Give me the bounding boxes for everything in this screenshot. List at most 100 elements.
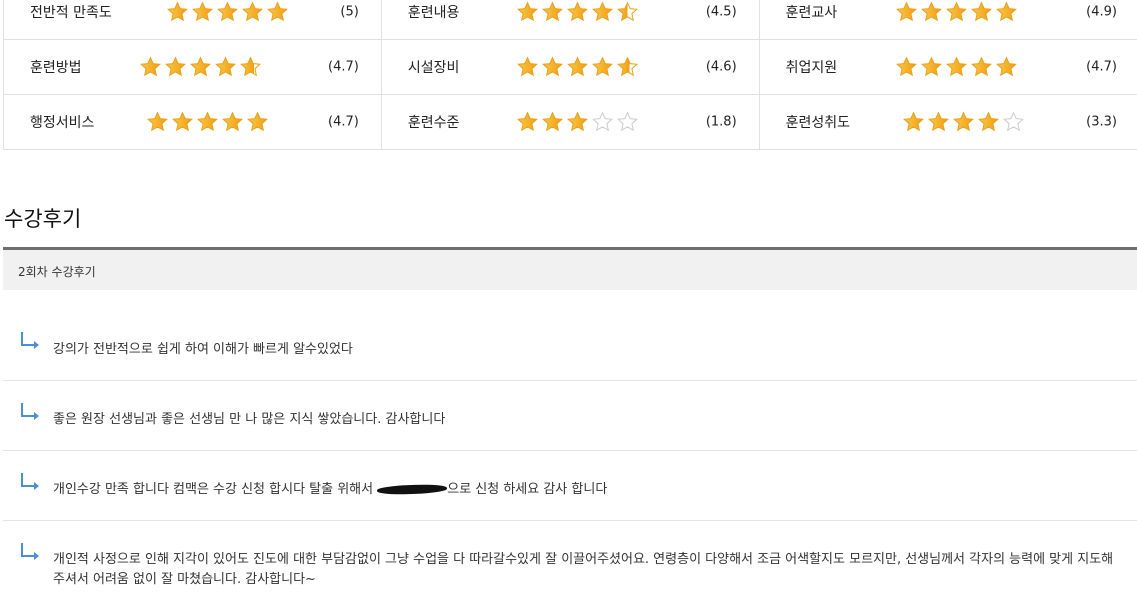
rating-label: 훈련성취도 bbox=[786, 112, 850, 132]
star-icon bbox=[896, 57, 917, 78]
star-icon bbox=[267, 2, 288, 23]
star-icon bbox=[247, 112, 268, 133]
rating-cell: 훈련방법 (4.7) bbox=[4, 40, 381, 94]
star-icon bbox=[215, 57, 236, 78]
rating-cell: 훈련성취도 (3.3) bbox=[760, 95, 1137, 149]
reply-arrow-icon bbox=[19, 541, 41, 563]
review-list: 강의가 전반적으로 쉽게 하여 이해가 빠르게 알수있었다 좋은 원장 선생님과… bbox=[3, 290, 1137, 610]
star-icon bbox=[192, 2, 213, 23]
star-icon bbox=[996, 57, 1017, 78]
star-icon bbox=[222, 112, 243, 133]
rating-row: 훈련방법 (4.7) 시설장비 (4.6) 취업지원 (4.7) bbox=[4, 40, 1137, 95]
star-rating bbox=[517, 2, 638, 23]
rating-cell: 취업지원 (4.7) bbox=[760, 40, 1137, 94]
star-rating bbox=[903, 112, 1024, 133]
star-icon bbox=[517, 57, 538, 78]
reply-arrow-icon bbox=[19, 330, 41, 352]
star-icon bbox=[617, 112, 638, 133]
review-text: 강의가 전반적으로 쉽게 하여 이해가 빠르게 알수있었다 bbox=[53, 342, 353, 357]
star-icon bbox=[197, 112, 218, 133]
star-icon bbox=[928, 112, 949, 133]
rating-label: 훈련방법 bbox=[30, 57, 82, 77]
rating-score: (3.3) bbox=[1086, 115, 1117, 130]
rating-score: (4.9) bbox=[1086, 5, 1117, 20]
star-icon bbox=[517, 2, 538, 23]
star-rating bbox=[896, 57, 1017, 78]
star-icon bbox=[971, 2, 992, 23]
review-text-part: 개인수강 만족 합니다 컴맥은 수강 신청 합시다 탈출 위해서 bbox=[53, 482, 377, 497]
star-icon bbox=[617, 57, 638, 78]
star-rating bbox=[517, 112, 638, 133]
rating-score: (4.5) bbox=[706, 5, 737, 20]
rating-score: (4.7) bbox=[328, 60, 359, 75]
rating-row: 전반적 만족도 (5) 훈련내용 (4.5) 훈련교사 (4.9) bbox=[4, 0, 1137, 40]
star-icon bbox=[217, 2, 238, 23]
star-icon bbox=[946, 57, 967, 78]
review-text: 개인적 사정으로 인해 지각이 있어도 진도에 대한 부담감없이 그냥 수업을 … bbox=[53, 552, 1113, 587]
rating-score: (4.7) bbox=[328, 115, 359, 130]
star-rating bbox=[140, 57, 261, 78]
rating-cell: 훈련수준 (1.8) bbox=[382, 95, 759, 149]
rating-cell: 훈련내용 (4.5) bbox=[382, 0, 759, 39]
rating-label: 행정서비스 bbox=[30, 112, 94, 132]
review-round-header: 2회차 수강후기 bbox=[3, 247, 1137, 290]
star-icon bbox=[592, 57, 613, 78]
star-icon bbox=[896, 2, 917, 23]
rating-label: 훈련내용 bbox=[408, 2, 460, 22]
review-item: 좋은 원장 선생님과 좋은 선생님 만 나 많은 지식 쌓았습니다. 감사합니다 bbox=[3, 381, 1137, 451]
star-icon bbox=[147, 112, 168, 133]
rating-row: 행정서비스 (4.7) 훈련수준 (1.8) 훈련성취도 (3.3) bbox=[4, 95, 1137, 150]
rating-cell: 시설장비 (4.6) bbox=[382, 40, 759, 94]
star-icon bbox=[903, 112, 924, 133]
rating-label: 취업지원 bbox=[786, 57, 838, 77]
rating-cell: 전반적 만족도 (5) bbox=[4, 0, 381, 39]
rating-label: 시설장비 bbox=[408, 57, 460, 77]
review-item: 개인적 사정으로 인해 지각이 있어도 진도에 대한 부담감없이 그냥 수업을 … bbox=[3, 521, 1137, 610]
rating-cell: 훈련교사 (4.9) bbox=[760, 0, 1137, 39]
review-item: 개인수강 만족 합니다 컴맥은 수강 신청 합시다 탈출 위해서 으로 신청 하… bbox=[3, 451, 1137, 521]
star-icon bbox=[240, 57, 261, 78]
star-icon bbox=[140, 57, 161, 78]
star-icon bbox=[921, 57, 942, 78]
redaction-mark bbox=[377, 484, 447, 495]
star-icon bbox=[167, 2, 188, 23]
star-icon bbox=[617, 2, 638, 23]
rating-table: 전반적 만족도 (5) 훈련내용 (4.5) 훈련교사 (4.9) 훈련방법 (… bbox=[3, 0, 1137, 150]
star-icon bbox=[567, 2, 588, 23]
star-rating bbox=[147, 112, 268, 133]
star-rating bbox=[896, 2, 1017, 23]
star-icon bbox=[242, 2, 263, 23]
star-icon bbox=[971, 57, 992, 78]
review-round-label: 2회차 수강후기 bbox=[18, 263, 96, 280]
rating-score: (5) bbox=[340, 5, 358, 20]
review-text: 좋은 원장 선생님과 좋은 선생님 만 나 많은 지식 쌓았습니다. 감사합니다 bbox=[53, 412, 445, 427]
star-icon bbox=[190, 57, 211, 78]
star-rating bbox=[517, 57, 638, 78]
reply-arrow-icon bbox=[19, 401, 41, 423]
review-item: 강의가 전반적으로 쉽게 하여 이해가 빠르게 알수있었다 bbox=[3, 290, 1137, 381]
star-icon bbox=[542, 112, 563, 133]
rating-score: (1.8) bbox=[706, 115, 737, 130]
star-rating bbox=[167, 2, 288, 23]
star-icon bbox=[1003, 112, 1024, 133]
star-icon bbox=[953, 112, 974, 133]
star-icon bbox=[567, 112, 588, 133]
star-icon bbox=[172, 112, 193, 133]
star-icon bbox=[542, 57, 563, 78]
rating-label: 훈련수준 bbox=[408, 112, 460, 132]
star-icon bbox=[592, 112, 613, 133]
section-title: 수강후기 bbox=[4, 203, 81, 233]
rating-score: (4.7) bbox=[1086, 60, 1117, 75]
rating-label: 훈련교사 bbox=[786, 2, 838, 22]
star-icon bbox=[996, 2, 1017, 23]
reply-arrow-icon bbox=[19, 471, 41, 493]
rating-score: (4.6) bbox=[706, 60, 737, 75]
star-icon bbox=[517, 112, 538, 133]
star-icon bbox=[978, 112, 999, 133]
star-icon bbox=[567, 57, 588, 78]
rating-cell: 행정서비스 (4.7) bbox=[4, 95, 381, 149]
star-icon bbox=[946, 2, 967, 23]
review-text-part: 으로 신청 하세요 감사 합니다 bbox=[447, 482, 607, 497]
rating-label: 전반적 만족도 bbox=[30, 2, 112, 22]
star-icon bbox=[592, 2, 613, 23]
